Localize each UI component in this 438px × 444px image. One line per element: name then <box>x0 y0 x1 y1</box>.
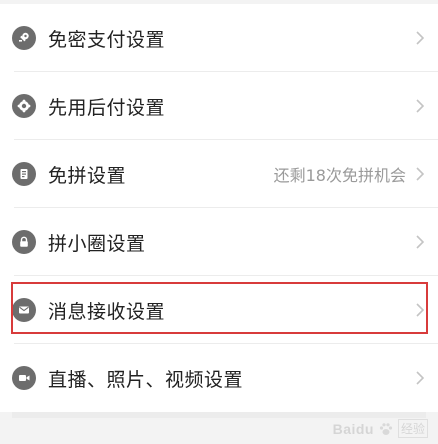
setting-label: 免拼设置 <box>48 164 127 187</box>
setting-row-password-free-payment[interactable]: 免密支付设置 <box>0 4 438 72</box>
chevron-right-icon <box>416 167 424 181</box>
lock-icon <box>12 230 36 254</box>
badge-icon <box>12 94 36 118</box>
bottom-card-edge <box>12 412 426 418</box>
setting-row-pin-circle[interactable]: 拼小圈设置 <box>0 208 438 276</box>
chevron-right-icon <box>416 99 424 113</box>
paw-icon <box>379 422 393 435</box>
wm-brand-text: Baidu <box>332 420 374 437</box>
setting-label: 先用后付设置 <box>48 96 166 119</box>
video-camera-icon <box>12 366 36 390</box>
chevron-right-icon <box>416 31 424 45</box>
chevron-right-icon <box>416 303 424 317</box>
settings-list: 免密支付设置 先用后付设置 免拼设置 还剩18次免拼机会 拼小圈设置 消息接收设… <box>0 4 438 412</box>
setting-label: 直播、照片、视频设置 <box>48 368 244 391</box>
wm-suffix-text: 经验 <box>397 419 428 438</box>
setting-row-message-receiving[interactable]: 消息接收设置 <box>0 276 438 344</box>
baidu-watermark: Baidu 经验 <box>333 419 428 438</box>
setting-label: 免密支付设置 <box>48 28 166 51</box>
chevron-right-icon <box>416 235 424 249</box>
document-icon <box>12 162 36 186</box>
setting-row-group-free[interactable]: 免拼设置 还剩18次免拼机会 <box>0 140 438 208</box>
chevron-right-icon <box>416 371 424 385</box>
key-icon <box>12 26 36 50</box>
setting-label: 消息接收设置 <box>48 300 166 323</box>
setting-row-pay-later[interactable]: 先用后付设置 <box>0 72 438 140</box>
group-free-remaining-hint: 还剩18次免拼机会 <box>273 166 406 185</box>
setting-label: 拼小圈设置 <box>48 232 146 255</box>
mail-icon <box>12 298 36 322</box>
setting-row-live-photo-video[interactable]: 直播、照片、视频设置 <box>0 344 438 412</box>
